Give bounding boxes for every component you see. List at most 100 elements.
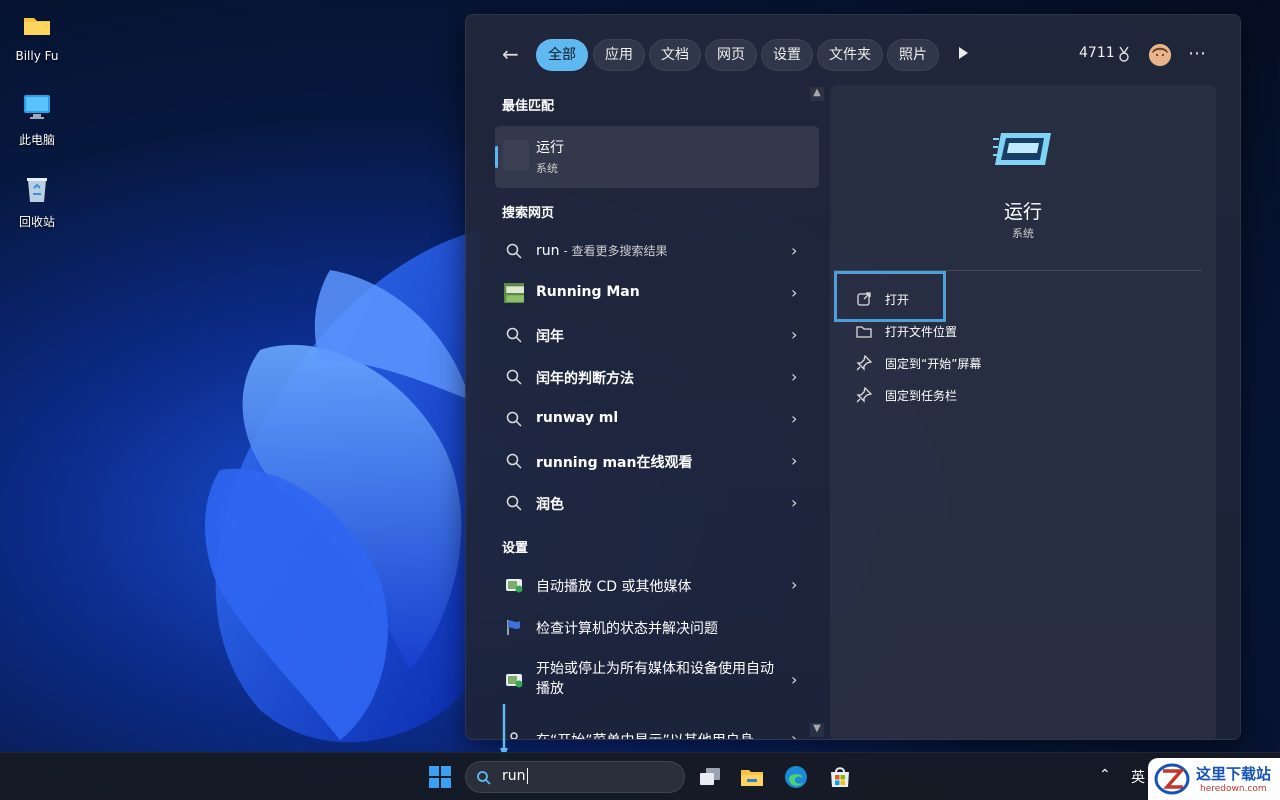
web-result-item[interactable]: run - 查看更多搜索结果 ›: [495, 231, 819, 271]
settings-result-text: 在“开始”菜单中显示”以其他用户身: [536, 730, 754, 739]
chevron-right-icon[interactable]: ›: [791, 575, 797, 594]
search-panel: ← 全部 应用 文档 网页 设置 文件夹 照片 4711 ⋯ ▲ 最佳匹配 运行…: [465, 14, 1241, 740]
tab-settings[interactable]: 设置: [761, 39, 813, 71]
selection-indicator: [495, 146, 498, 168]
settings-result-item[interactable]: 在“开始”菜单中显示”以其他用户身 ›: [495, 719, 819, 739]
settings-result-item[interactable]: 自动播放 CD 或其他媒体 ›: [495, 565, 819, 605]
search-icon: [506, 411, 522, 427]
watermark-title: 这里下载站: [1196, 765, 1272, 783]
back-arrow-icon[interactable]: ←: [502, 43, 526, 67]
microsoft-store-icon[interactable]: [828, 765, 852, 789]
web-result-text: 闰年: [536, 329, 564, 345]
chevron-right-icon[interactable]: ›: [791, 409, 797, 428]
desktop-icon-label: 回收站: [18, 215, 55, 229]
settings-heading: 设置: [502, 541, 529, 556]
chevron-right-icon[interactable]: ›: [791, 670, 797, 689]
web-result-item[interactable]: running man在线观看 ›: [495, 441, 819, 481]
autoplay-icon: [506, 579, 523, 593]
chevron-right-icon[interactable]: ›: [791, 325, 797, 344]
search-icon: [477, 771, 491, 785]
watermark-url: heredown.com: [1200, 784, 1267, 794]
web-result-suffix: - 查看更多搜索结果: [559, 244, 668, 258]
search-icon: [506, 327, 522, 343]
settings-result-text: 检查计算机的状态并解决问题: [536, 621, 718, 637]
search-filter-bar: ← 全部 应用 文档 网页 设置 文件夹 照片 4711 ⋯: [466, 39, 1240, 71]
file-explorer-icon[interactable]: [740, 765, 764, 789]
pin-icon: [856, 387, 872, 403]
search-icon: [506, 453, 522, 469]
best-match-heading: 最佳匹配: [502, 99, 555, 114]
action-label: 固定到“开始”屏幕: [885, 357, 982, 371]
recycle-bin-icon: [27, 178, 47, 202]
web-result-text: run: [536, 243, 560, 259]
medal-icon[interactable]: [1117, 46, 1131, 62]
taskbar-search-input[interactable]: run: [465, 761, 685, 793]
best-match-title: 运行: [536, 140, 564, 156]
more-options-icon[interactable]: ⋯: [1188, 43, 1207, 64]
preview-subtitle: 系统: [1012, 227, 1034, 240]
scroll-up-arrow-icon[interactable]: ▲: [810, 87, 824, 101]
chevron-right-icon[interactable]: ›: [791, 493, 797, 512]
search-icon: [506, 369, 522, 385]
autoplay-icon: [506, 674, 523, 688]
web-result-text: running man在线观看: [536, 455, 693, 471]
running-man-thumbnail-icon: [504, 283, 524, 303]
preview-pane: 运行 系统 打开 打开文件位置 固定到“开始”屏幕 固定到任务栏: [830, 85, 1216, 739]
pin-to-start-action[interactable]: 固定到“开始”屏幕: [856, 349, 1056, 377]
windows-start-icon[interactable]: [428, 765, 452, 789]
chevron-right-icon[interactable]: ›: [791, 367, 797, 386]
edge-browser-icon[interactable]: [784, 765, 808, 789]
tab-all[interactable]: 全部: [536, 39, 588, 71]
preview-title: 运行: [1003, 201, 1042, 223]
more-tabs-play-icon[interactable]: [959, 47, 968, 59]
show-hidden-icons-chevron-up-icon[interactable]: ⌃: [1099, 767, 1111, 783]
tab-photos[interactable]: 照片: [887, 39, 939, 71]
search-icon: [506, 495, 522, 511]
tab-web[interactable]: 网页: [705, 39, 757, 71]
settings-result-text: 自动播放 CD 或其他媒体: [536, 579, 692, 595]
run-app-thumb-icon: [503, 140, 529, 170]
web-result-item[interactable]: 润色 ›: [495, 483, 819, 523]
open-action-highlight-box: [834, 271, 946, 322]
settings-result-text: 开始或停止为所有媒体和设备使用自动播放: [536, 661, 774, 697]
flag-icon: [507, 620, 520, 635]
tab-documents[interactable]: 文档: [649, 39, 701, 71]
input-language-indicator[interactable]: 英: [1131, 767, 1145, 787]
watermark-z-logo-icon: [1154, 763, 1190, 795]
web-result-item[interactable]: runway ml ›: [495, 399, 819, 439]
chevron-right-icon[interactable]: ›: [791, 241, 797, 260]
settings-result-item[interactable]: 开始或停止为所有媒体和设备使用自动播放 ›: [495, 655, 819, 705]
rewards-points[interactable]: 4711: [1079, 45, 1115, 61]
action-label: 打开文件位置: [885, 325, 958, 339]
watermark-logo: 这里下载站 heredown.com: [1148, 758, 1280, 800]
desktop-icon-label: Billy Fu: [15, 49, 59, 63]
taskbar: run ⌃ 英: [0, 752, 1280, 800]
best-match-subtitle: 系统: [536, 162, 558, 175]
chevron-right-icon[interactable]: ›: [791, 283, 797, 302]
desktop-icon-billy-fu[interactable]: Billy Fu: [6, 10, 68, 63]
pin-to-taskbar-action[interactable]: 固定到任务栏: [856, 381, 1056, 409]
web-result-text: Running Man: [536, 284, 640, 300]
scroll-down-arrow-icon[interactable]: ▼: [810, 723, 824, 737]
settings-result-item[interactable]: 检查计算机的状态并解决问题: [495, 607, 819, 647]
web-result-text: 润色: [536, 497, 564, 513]
web-result-item[interactable]: 闰年的判断方法 ›: [495, 357, 819, 397]
chevron-right-icon[interactable]: ›: [791, 729, 797, 739]
tab-folders[interactable]: 文件夹: [817, 39, 883, 71]
desktop-icon-recycle-bin[interactable]: 回收站: [6, 174, 68, 230]
search-query: run: [502, 768, 528, 784]
web-search-heading: 搜索网页: [502, 206, 555, 221]
web-result-item[interactable]: Running Man ›: [495, 273, 819, 313]
folder-outline-icon: [856, 326, 872, 338]
web-result-text: 闰年的判断方法: [536, 371, 634, 387]
web-result-text: runway ml: [536, 410, 619, 426]
pin-icon: [856, 355, 872, 371]
task-view-icon[interactable]: [698, 765, 722, 789]
desktop-icon-this-pc[interactable]: 此电脑: [6, 92, 68, 148]
avatar[interactable]: [1149, 44, 1171, 66]
web-result-item[interactable]: 闰年 ›: [495, 315, 819, 355]
best-match-item[interactable]: 运行 系统: [495, 126, 819, 188]
tab-apps[interactable]: 应用: [593, 39, 645, 71]
run-app-icon: [993, 133, 1051, 165]
chevron-right-icon[interactable]: ›: [791, 451, 797, 470]
